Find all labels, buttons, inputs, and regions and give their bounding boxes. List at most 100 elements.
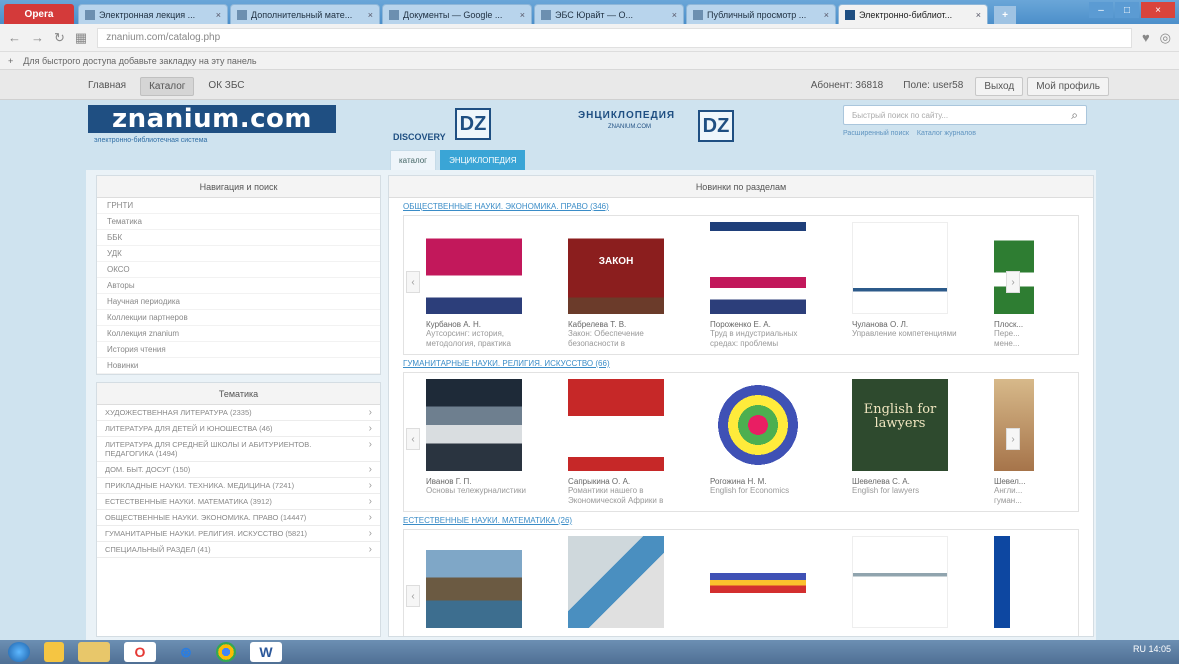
file-manager-icon[interactable] (78, 642, 110, 662)
browser-tab[interactable]: ЭБС Юрайт — О... × (534, 4, 684, 24)
browser-tab[interactable]: Электронная лекция ... × (78, 4, 228, 24)
book-card[interactable]: Курбанов А. Н. Аутсорсинг: история, мето… (414, 222, 534, 349)
close-tab-icon[interactable]: × (364, 10, 373, 20)
book-card[interactable]: ЗАКОН Кабрелева Т. В. Закон: Обеспечение… (556, 222, 676, 349)
carousel-next-icon[interactable]: › (1006, 271, 1020, 293)
book-card[interactable]: English for lawyers Шевелева С. А. Engli… (840, 379, 960, 506)
section-link[interactable]: Гуманитарные науки. Религия. Искусство (… (389, 355, 1093, 372)
navigation-panel-title: Навигация и поиск (97, 176, 380, 198)
book-card[interactable]: Чуланова О. Л. Управление компетенциями (840, 222, 960, 349)
close-tab-icon[interactable]: × (668, 10, 677, 20)
forward-icon[interactable]: → (31, 30, 44, 45)
close-tab-icon[interactable]: × (820, 10, 829, 20)
theme-list-item[interactable]: Литература для детей и юношества (46) (97, 421, 380, 437)
discovery-logo[interactable]: DZ DISCOVERY (393, 108, 523, 152)
bookmark-heart-icon[interactable]: ♥ (1142, 30, 1150, 45)
nav-list-item[interactable]: ГРНТИ (97, 198, 380, 214)
browser-tab[interactable]: Публичный просмотр ... × (686, 4, 836, 24)
bookmark-add-icon[interactable]: + (8, 56, 13, 66)
nav-list-item[interactable]: Новинки (97, 358, 380, 374)
book-cover (426, 536, 522, 628)
book-card[interactable] (556, 536, 676, 628)
advanced-search-link[interactable]: Расширенный поиск (843, 130, 909, 137)
logout-button[interactable]: Выход (975, 77, 1024, 96)
tab-title: Публичный просмотр ... (707, 9, 807, 20)
book-card[interactable] (840, 536, 960, 628)
word-icon[interactable]: W (250, 642, 282, 662)
nav-list-item[interactable]: ББК (97, 230, 380, 246)
nav-list-item[interactable]: Коллекции партнеров (97, 310, 380, 326)
theme-list-item[interactable]: Естественные науки. Математика (3912) (97, 494, 380, 510)
theme-list-item[interactable]: Специальный раздел (41) (97, 542, 380, 558)
book-card[interactable] (982, 536, 1042, 628)
speed-dial-icon[interactable]: ▦ (75, 30, 87, 46)
tab-title: Электронно-библиот... (859, 9, 953, 20)
nav-list-item[interactable]: Коллекция znanium (97, 326, 380, 342)
nav-catalog-link[interactable]: Каталог (140, 77, 195, 96)
close-tab-icon[interactable]: × (212, 10, 221, 20)
journals-catalog-link[interactable]: Каталог журналов (917, 130, 976, 137)
browser-tab-bar: Opera Электронная лекция ... × Дополнител… (0, 0, 1179, 24)
book-title: Пере... мене... (994, 329, 1020, 348)
book-cover: English for lawyers (852, 379, 948, 471)
nav-list-item[interactable]: ОКСО (97, 262, 380, 278)
theme-list-item[interactable]: Прикладные науки. Техника. Медицина (724… (97, 478, 380, 494)
tab-encyclopedia[interactable]: ЭНЦИКЛОПЕДИЯ (440, 150, 526, 171)
theme-list-item[interactable]: Дом. Быт. Досуг (150) (97, 462, 380, 478)
book-author: Иванов Г. П. (426, 477, 472, 486)
nav-ebs-link[interactable]: ОК ЗБС (200, 77, 252, 96)
back-icon[interactable]: ← (8, 30, 21, 45)
theme-list-item[interactable]: Общественные науки. Экономика. Право (14… (97, 510, 380, 526)
search-placeholder: Быстрый поиск по сайту... (852, 110, 949, 120)
nav-list-item[interactable]: Научная периодика (97, 294, 380, 310)
nav-home-link[interactable]: Главная (80, 77, 134, 96)
nav-list-item[interactable]: История чтения (97, 342, 380, 358)
book-author: Шевелева С. А. (852, 477, 910, 486)
tab-catalog[interactable]: каталог (390, 150, 437, 171)
search-icon[interactable]: ⌕ (1071, 108, 1078, 123)
user-field: Поле: user58 (903, 80, 964, 91)
book-carousel: ‹ (403, 529, 1079, 636)
section-link[interactable]: Естественные науки. Математика (26) (389, 512, 1093, 529)
start-button-icon[interactable] (8, 642, 30, 662)
carousel-next-icon[interactable]: › (1006, 428, 1020, 450)
nav-list-item[interactable]: УДК (97, 246, 380, 262)
opera-menu-button[interactable]: Opera (4, 4, 74, 24)
browser-tab[interactable]: Документы — Google ... × (382, 4, 532, 24)
download-icon[interactable]: ◎ (1160, 30, 1171, 46)
yandex-browser-icon[interactable]: ⊛ (170, 642, 202, 662)
book-card[interactable] (698, 536, 818, 628)
book-title: Управление компетенциями (852, 329, 957, 338)
opera-icon[interactable]: O (124, 642, 156, 662)
book-card[interactable]: Сапрыкина О. А. Романтики нашего в Эконо… (556, 379, 676, 506)
theme-list-item[interactable]: Гуманитарные науки. Религия. Искусство (… (97, 526, 380, 542)
close-tab-icon[interactable]: × (972, 10, 981, 20)
maximize-icon[interactable]: □ (1115, 2, 1139, 18)
window-close-icon[interactable]: × (1141, 2, 1175, 18)
close-tab-icon[interactable]: × (516, 10, 525, 20)
section-link[interactable]: Общественные науки. Экономика. Право (34… (389, 198, 1093, 215)
encyclopedia-logo[interactable]: ЭНЦИКЛОПЕДИЯ ZNANIUM.COM DZ (578, 108, 778, 152)
book-card[interactable]: Иванов Г. П. Основы тележурналистики (414, 379, 534, 506)
book-cover-title: ЗАКОН (598, 256, 634, 267)
book-card[interactable]: Пороженко Е. А. Труд в индустриальных ср… (698, 222, 818, 349)
url-input[interactable]: znanium.com/catalog.php (97, 27, 1132, 48)
browser-tab[interactable]: Дополнительный мате... × (230, 4, 380, 24)
znanium-logo[interactable]: znanium.com (88, 104, 336, 134)
theme-list-item[interactable]: Литература для средней школы и абитуриен… (97, 437, 380, 462)
nav-list-item[interactable]: Тематика (97, 214, 380, 230)
nav-list-item[interactable]: Авторы (97, 278, 380, 294)
encyclopedia-sublabel: ZNANIUM.COM (608, 124, 651, 130)
new-tab-button[interactable]: + (994, 6, 1016, 24)
browser-tab-active[interactable]: Электронно-библиот... × (838, 4, 988, 24)
site-search-input[interactable]: Быстрый поиск по сайту... ⌕ (843, 105, 1087, 125)
book-cover: ЗАКОН (568, 222, 664, 314)
minimize-icon[interactable]: – (1089, 2, 1113, 18)
reload-icon[interactable]: ↻ (54, 30, 65, 46)
book-card[interactable]: Рогожина Н. М. English for Economics (698, 379, 818, 506)
chrome-icon[interactable] (216, 642, 236, 662)
my-profile-button[interactable]: Мой профиль (1027, 77, 1109, 96)
explorer-icon[interactable] (44, 642, 64, 662)
theme-list-item[interactable]: Художественная литература (2335) (97, 405, 380, 421)
book-card[interactable] (414, 536, 534, 628)
